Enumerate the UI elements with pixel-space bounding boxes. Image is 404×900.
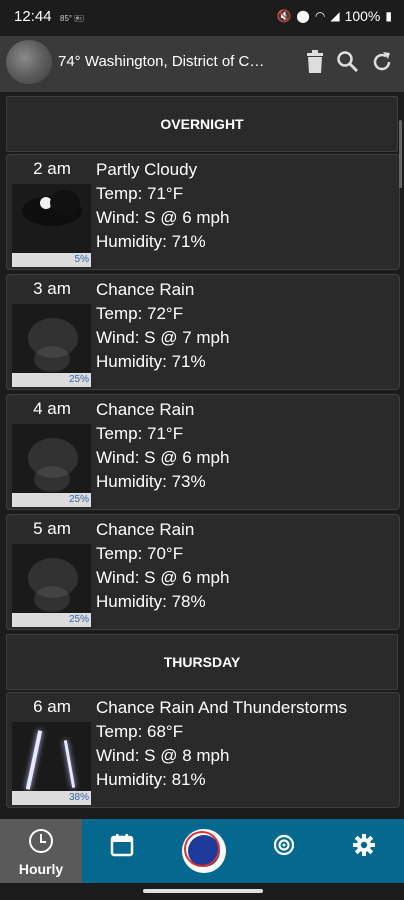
search-svg — [337, 51, 359, 73]
precip-chance: 25% — [68, 614, 89, 625]
forecast-wind: Wind: S @ 6 mph — [96, 208, 230, 227]
gear-svg — [353, 834, 375, 856]
status-mini-icons: 85° 🖭 — [60, 14, 84, 23]
forecast-hour: 5 am — [33, 519, 71, 538]
forecast-hour: 6 am — [33, 697, 71, 716]
precip-chance: 25% — [68, 374, 89, 385]
forecast-humidity: Humidity: 81% — [96, 770, 206, 789]
nav-hourly-label: Hourly — [18, 861, 64, 877]
calendar-svg — [110, 834, 134, 857]
forecast-humidity: Humidity: 71% — [96, 352, 206, 371]
system-home-bar — [0, 883, 404, 900]
forecast-temp: Temp: 70°F — [96, 544, 184, 563]
refresh-svg — [373, 52, 391, 71]
search-icon[interactable] — [335, 50, 361, 76]
battery-text: 100% — [344, 8, 381, 24]
forecast-wind: Wind: S @ 7 mph — [96, 328, 230, 347]
scrollbar[interactable] — [399, 120, 402, 188]
signal-icon: ◢ — [330, 9, 340, 23]
forecast-temp: Temp: 68°F — [96, 722, 184, 741]
status-bar: 12:44 85° 🖭 🔇 ⬤ ◠ ◢ 100% ▮ — [0, 0, 404, 36]
settings-gear-icon[interactable] — [347, 833, 381, 867]
forecast-humidity: Humidity: 73% — [96, 472, 206, 491]
forecast-condition: Partly Cloudy — [96, 160, 198, 179]
thunderstorm-icon: 38% — [12, 722, 91, 805]
forecast-card[interactable]: 6 am 38% Chance Rain And Thunderstorms T… — [6, 692, 400, 808]
forecast-details: Chance Rain Temp: 71°F Wind: S @ 6 mph H… — [96, 398, 229, 494]
forecast-condition: Chance Rain — [96, 520, 195, 539]
forecast-wind: Wind: S @ 8 mph — [96, 746, 230, 765]
precip-chance-bar: 38% — [12, 791, 91, 805]
forecast-card[interactable]: 4 am 25% Chance Rain Temp: 71°F Wind: S … — [6, 394, 400, 510]
forecast-condition: Chance Rain And Thunderstorms — [96, 698, 348, 717]
status-right: 🔇 ⬤ ◠ ◢ 100% ▮ — [276, 8, 392, 24]
radar-svg — [273, 834, 295, 856]
trash-svg — [307, 50, 323, 73]
section-overnight: OVERNIGHT — [6, 96, 398, 152]
radar-icon[interactable] — [267, 833, 301, 867]
forecast-details: Partly Cloudy Temp: 71°F Wind: S @ 6 mph… — [96, 158, 229, 254]
home-indicator[interactable] — [143, 889, 263, 893]
section-thursday: THURSDAY — [6, 634, 398, 690]
forecast-card[interactable]: 3 am 25% Chance Rain Temp: 72°F Wind: S … — [6, 274, 400, 390]
calendar-icon[interactable] — [105, 833, 139, 867]
precip-chance: 5% — [74, 254, 89, 265]
precip-chance: 38% — [68, 792, 89, 803]
precip-chance-bar: 25% — [12, 373, 91, 387]
forecast-card[interactable]: 2 am 5% Partly Cloudy Temp: 71°F Wind: S… — [6, 154, 400, 270]
battery-icon: ▮ — [385, 9, 392, 23]
forecast-card[interactable]: 5 am 25% Chance Rain Temp: 70°F Wind: S … — [6, 514, 400, 630]
forecast-details: Chance Rain And Thunderstorms Temp: 68°F… — [96, 696, 347, 792]
precip-chance-bar: 25% — [12, 613, 91, 627]
mute-icon: 🔇 — [276, 9, 292, 23]
forecast-wind: Wind: S @ 6 mph — [96, 448, 230, 467]
clock-icon — [29, 829, 53, 853]
forecast-humidity: Humidity: 71% — [96, 232, 206, 251]
moon-icon — [6, 40, 52, 84]
forecast-wind: Wind: S @ 6 mph — [96, 568, 230, 587]
nav-hourly-tab[interactable]: Hourly — [0, 819, 82, 883]
nws-logo-icon[interactable] — [182, 829, 226, 873]
refresh-icon[interactable] — [369, 50, 395, 76]
forecast-humidity: Humidity: 78% — [96, 592, 206, 611]
location-icon: ⬤ — [296, 9, 310, 23]
precip-chance-bar: 25% — [12, 493, 91, 507]
app-header: 74° Washington, District of C… — [0, 36, 404, 92]
forecast-temp: Temp: 72°F — [96, 304, 184, 323]
forecast-condition: Chance Rain — [96, 400, 195, 419]
forecast-hour: 3 am — [33, 279, 71, 298]
partly-cloudy-night-icon: 5% — [12, 184, 91, 267]
status-time: 12:44 — [14, 8, 52, 25]
precip-chance-bar: 5% — [12, 253, 91, 267]
forecast-temp: Temp: 71°F — [96, 184, 184, 203]
forecast-details: Chance Rain Temp: 72°F Wind: S @ 7 mph H… — [96, 278, 229, 374]
forecast-details: Chance Rain Temp: 70°F Wind: S @ 6 mph H… — [96, 518, 229, 614]
forecast-list[interactable]: OVERNIGHT 2 am 5% Partly Cloudy Temp: 71… — [6, 96, 400, 808]
precip-chance: 25% — [68, 494, 89, 505]
forecast-hour: 4 am — [33, 399, 71, 418]
forecast-condition: Chance Rain — [96, 280, 195, 299]
wifi-icon: ◠ — [314, 9, 326, 23]
rain-icon: 25% — [12, 304, 91, 387]
forecast-temp: Temp: 71°F — [96, 424, 184, 443]
trash-icon[interactable] — [302, 50, 328, 76]
rain-icon: 25% — [12, 544, 91, 627]
rain-icon: 25% — [12, 424, 91, 507]
bottom-nav: Hourly — [0, 819, 404, 883]
forecast-hour: 2 am — [33, 159, 71, 178]
current-location[interactable]: 74° Washington, District of C… — [58, 53, 264, 70]
